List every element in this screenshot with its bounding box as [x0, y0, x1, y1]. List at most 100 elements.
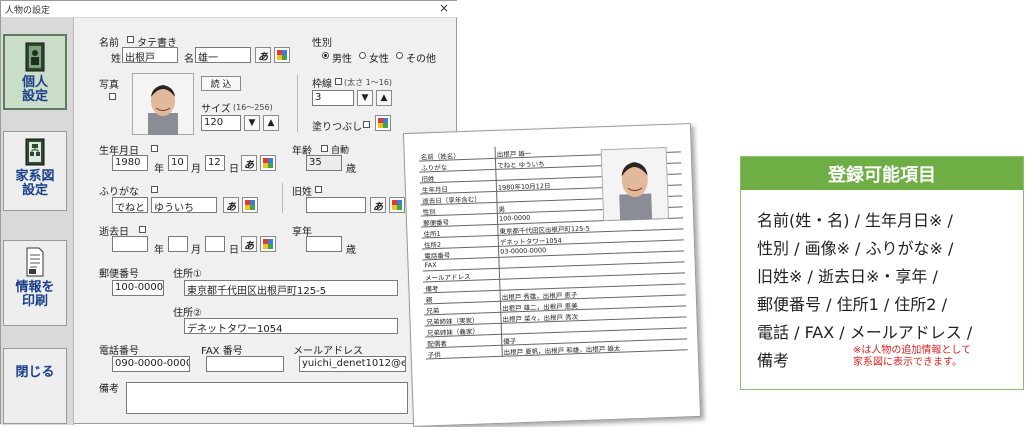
death-age-input[interactable] — [306, 236, 342, 252]
nav-personal-settings[interactable]: 個人 設定 — [3, 34, 67, 110]
death-checkbox[interactable] — [139, 226, 146, 233]
furigana-label: ふりがな — [99, 187, 139, 198]
family-tree-icon — [25, 138, 45, 166]
photo-checkbox[interactable] — [109, 93, 116, 100]
gender-male-radio[interactable] — [322, 52, 329, 59]
divider — [282, 183, 283, 213]
gender-label: 性別 — [312, 38, 332, 49]
sidebar: 個人 設定 家系図 設定 情報を 印刷 閉じる — [1, 18, 74, 425]
info-line: 旧姓※ / 逝去日※・享年 / — [757, 267, 938, 286]
email-input[interactable]: yuichi_denet1012@exam — [299, 356, 406, 372]
furigana-kana-button[interactable]: あ — [223, 197, 239, 213]
birth-kana-button[interactable]: あ — [241, 155, 257, 171]
fax-input[interactable] — [206, 356, 284, 372]
death-day-input[interactable] — [205, 236, 225, 252]
birth-day-input[interactable]: 12 — [205, 155, 225, 171]
info-line: 備考 — [757, 351, 790, 370]
death-color-button[interactable] — [260, 236, 276, 252]
row-field-value: 100-0000 — [498, 213, 531, 223]
gender-female-label: 女性 — [369, 54, 389, 65]
person-settings-dialog: 人物の設定 × 個人 設定 家系図 設定 情報を 印刷 閉じる 名前 タテ書き … — [0, 0, 458, 425]
birth-color-button[interactable] — [260, 155, 276, 171]
photo-size-increase-button[interactable]: ▲ — [263, 115, 279, 131]
old-name-checkbox[interactable] — [315, 186, 322, 193]
info-line: 名前(姓・名) / 生年月日※ / — [757, 211, 953, 230]
birth-month-input[interactable]: 10 — [168, 155, 188, 171]
row-field-value: 出根戸 夏帆，出根戸 和雄，出根戸 雄太 — [503, 344, 621, 357]
furigana-surname-input[interactable]: でねと — [112, 197, 148, 213]
close-button[interactable]: 閉じる — [3, 348, 67, 424]
photo-size-decrease-button[interactable]: ▼ — [244, 115, 260, 131]
divider — [297, 74, 298, 132]
address1-label: 住所① — [173, 269, 202, 280]
surname-label: 姓 — [111, 54, 121, 65]
postal-input[interactable]: 100-0000 — [112, 280, 164, 296]
gender-other-label: その他 — [406, 54, 436, 65]
gender-female-radio[interactable] — [359, 52, 366, 59]
name-label: 名前 — [99, 38, 119, 49]
info-note: ※は人物の追加情報として 家系図に表示できます。 — [853, 345, 972, 368]
birth-checkbox[interactable] — [151, 145, 158, 152]
furigana-checkbox[interactable] — [151, 186, 158, 193]
old-name-label: 旧姓 — [292, 187, 312, 198]
person-photo — [132, 73, 194, 135]
frame-width-input[interactable]: 3 — [312, 90, 354, 106]
nav-print-info[interactable]: 情報を 印刷 — [3, 240, 67, 326]
nav-personal-label: 個人 設定 — [21, 75, 48, 104]
info-line: 郵便番号 / 住所1 / 住所2 / — [757, 295, 947, 314]
name-color-button[interactable] — [274, 47, 290, 63]
photo-size-range: (16～256) — [233, 103, 273, 112]
vertical-writing-checkbox[interactable] — [127, 36, 134, 43]
notes-textarea[interactable] — [126, 382, 408, 414]
death-year-input[interactable] — [112, 236, 148, 252]
nav-family-tree-label: 家系図 設定 — [15, 169, 55, 198]
old-name-kana-button[interactable]: あ — [370, 197, 386, 213]
frame-label: 枠線 — [312, 79, 332, 90]
photo-size-input[interactable]: 120 — [201, 115, 241, 131]
photo-size-label: サイズ — [201, 104, 231, 115]
nav-family-tree-settings[interactable]: 家系図 設定 — [3, 131, 67, 211]
info-line: 性別 / 画像※ / ふりがな※ / — [757, 239, 954, 258]
death-day-unit: 日 — [229, 245, 239, 256]
fill-color-button[interactable] — [375, 115, 391, 131]
triangle-down-icon: ▼ — [248, 118, 256, 128]
death-age-unit: 歳 — [346, 245, 356, 256]
old-name-input[interactable] — [306, 197, 366, 213]
frame-checkbox[interactable] — [335, 78, 342, 85]
old-name-color-button[interactable] — [389, 197, 405, 213]
close-window-icon[interactable]: × — [439, 1, 449, 15]
triangle-up-icon: ▲ — [267, 118, 275, 128]
email-label: メールアドレス — [293, 346, 363, 357]
given-name-input[interactable]: 雄一 — [195, 47, 251, 63]
address2-input[interactable]: デネットタワー1054 — [184, 318, 398, 334]
fill-checkbox[interactable] — [363, 121, 370, 128]
notes-label: 備考 — [99, 384, 119, 395]
gender-other-radio[interactable] — [396, 52, 403, 59]
given-name-label: 名 — [184, 54, 194, 65]
gender-male-label: 男性 — [332, 54, 352, 65]
info-line: 電話 / FAX / メールアドレス / — [757, 323, 973, 342]
registrable-items-box: 登録可能項目 名前(姓・名) / 生年月日※ / 性別 / 画像※ / ふりがな… — [740, 156, 1024, 390]
address1-input[interactable]: 東京都千代田区出根戸町125-5 — [184, 280, 398, 296]
birth-month-unit: 月 — [191, 164, 201, 175]
triangle-up-icon: ▲ — [380, 93, 388, 103]
birth-year-unit: 年 — [154, 164, 164, 175]
birth-year-input[interactable]: 1980 — [112, 155, 148, 171]
close-button-label: 閉じる — [15, 365, 55, 380]
furigana-color-button[interactable] — [242, 197, 258, 213]
print-document-icon — [26, 247, 44, 277]
death-month-input[interactable] — [168, 236, 188, 252]
frame-decrease-button[interactable]: ▼ — [357, 90, 373, 106]
death-kana-button[interactable]: あ — [241, 236, 257, 252]
name-kana-button[interactable]: あ — [255, 47, 271, 63]
phone-input[interactable]: 090-0000-0000 — [112, 356, 190, 372]
row-field-name: 子供 — [427, 350, 441, 360]
death-year-unit: 年 — [154, 245, 164, 256]
triangle-down-icon: ▼ — [361, 93, 369, 103]
surname-input[interactable]: 出根戸 — [122, 47, 178, 63]
frame-increase-button[interactable]: ▲ — [376, 90, 392, 106]
furigana-given-input[interactable]: ゆういち — [151, 197, 217, 213]
photo-load-button[interactable]: 読 込 — [201, 76, 241, 91]
age-auto-checkbox[interactable] — [321, 145, 328, 152]
printed-profile-sheet: 名前（姓名） 出根戸 雄一 ふりがな でねと ゆういち 旧姓 生年月日 1980年10月12… — [402, 123, 702, 427]
